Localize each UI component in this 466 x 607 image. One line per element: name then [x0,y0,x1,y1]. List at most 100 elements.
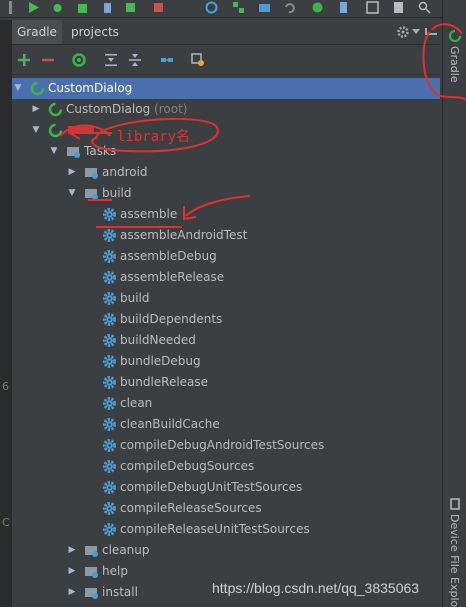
task-label: bundleDebug [120,354,201,368]
collapse-all-icon[interactable] [127,52,143,68]
side-tab-device-file-explorer[interactable]: Device File Explo [448,514,461,607]
gradle-icon [48,102,63,117]
task-row-assembleDebug[interactable]: assembleDebug [12,246,440,267]
folder-gear-icon [85,588,98,599]
watermark: https://blog.csdn.net/qq_3835063 [212,580,420,596]
chevron-right-icon[interactable]: ▶ [30,99,42,120]
gear-icon [103,229,116,242]
project-name: CustomDialog [66,102,151,116]
layout-icon[interactable] [366,1,379,14]
task-label: buildDependents [120,312,223,326]
task-row-compileDebugUnitTestSources[interactable]: compileDebugUnitTestSources [12,477,440,498]
gear-icon [103,397,116,410]
gutter-char: 6 [2,380,9,393]
profile-icon[interactable] [76,1,89,14]
task-row-compileDebugSources[interactable]: compileDebugSources [12,456,440,477]
chevron-down-icon[interactable] [412,29,420,35]
gradle-tool-window-tabs: Gradle projects [12,20,440,45]
inspect-icon[interactable] [392,1,405,14]
tree-row-tasks[interactable]: ▼ Tasks [12,141,440,162]
tree-row-android[interactable]: ▶ android [12,162,440,183]
gutter-char: C [2,516,10,529]
remove-icon[interactable] [40,52,56,68]
task-label: compileDebugUnitTestSources [120,480,303,494]
add-icon[interactable] [16,52,32,68]
avd-icon[interactable] [311,1,324,14]
chevron-down-icon[interactable]: ▼ [48,141,60,162]
task-label: bundleRelease [120,375,209,389]
structure-icon[interactable] [232,1,245,14]
tree-row-root-project[interactable]: ▶ CustomDialog (root) [12,99,440,120]
gear-icon [103,460,116,473]
coverage-icon[interactable] [124,1,137,14]
gear-icon [103,208,116,221]
task-row-compileReleaseUnitTestSources[interactable]: compileReleaseUnitTestSources [12,519,440,540]
root-suffix: (root) [154,102,188,116]
stop-icon[interactable] [152,1,165,14]
task-row-compileDebugAndroidTestSources[interactable]: compileDebugAndroidTestSources [12,435,440,456]
gear-icon [103,355,116,368]
tree-row-label: CustomDialog [48,81,133,95]
task-label: clean [120,396,153,410]
task-row-buildDependents[interactable]: buildDependents [12,309,440,330]
tree-row-library[interactable]: ▼ [12,120,440,141]
task-label: assembleAndroidTest [120,228,248,242]
task-row-assemble[interactable]: assemble [12,204,440,225]
device-file-explorer-icon [450,498,460,510]
sdk-icon[interactable] [258,1,271,14]
chevron-down-icon[interactable]: ▼ [66,183,78,204]
gear-icon [103,376,116,389]
task-label: buildNeeded [120,333,196,347]
hide-panel-icon[interactable] [425,27,437,37]
tree-row-help[interactable]: ▶ help [12,561,440,582]
settings-icon[interactable] [396,25,410,39]
task-row-bundleDebug[interactable]: bundleDebug [12,351,440,372]
folder-gear-icon [85,567,98,578]
gear-icon [103,334,116,347]
editor-gutter: 6 C [0,20,12,607]
gear-icon [103,292,116,305]
gear-icon [103,523,116,536]
task-row-cleanBuildCache[interactable]: cleanBuildCache [12,414,440,435]
task-label: compileReleaseSources [120,501,262,515]
task-row-buildNeeded[interactable]: buildNeeded [12,330,440,351]
folder-gear-icon [67,147,80,158]
tree-row-label: CustomDialog (root) [66,99,187,120]
link-icon[interactable] [159,52,175,68]
tree-row-root[interactable]: ▼ CustomDialog [12,78,440,99]
run-icon[interactable] [27,1,40,14]
tab-projects[interactable]: projects [66,20,124,44]
chevron-right-icon[interactable]: ▶ [66,162,78,183]
debug-icon[interactable] [51,1,64,14]
gear-icon [103,481,116,494]
tab-gradle[interactable]: Gradle [12,20,62,44]
chevron-down-icon[interactable]: ▼ [30,120,42,141]
expand-all-icon[interactable] [103,52,119,68]
refresh-gradle-icon[interactable] [71,52,87,68]
tree-row-label: install [102,585,138,599]
chevron-down-icon[interactable]: ▼ [12,78,24,99]
tree-row-build-group[interactable]: ▼ build [12,183,440,204]
device-icon[interactable] [337,1,350,14]
tree-row-cleanup[interactable]: ▶ cleanup [12,540,440,561]
attach-icon[interactable] [101,1,114,14]
side-tab-gradle[interactable]: Gradle [448,46,461,83]
task-row-build[interactable]: build [12,288,440,309]
task-row-assembleAndroidTest[interactable]: assembleAndroidTest [12,225,440,246]
toolbar-icon[interactable] [4,1,17,14]
tree-row-label: help [102,564,128,578]
sync-icon[interactable] [205,1,218,14]
gradle-settings-icon[interactable] [190,52,206,68]
task-row-compileReleaseSources[interactable]: compileReleaseSources [12,498,440,519]
task-row-bundleRelease[interactable]: bundleRelease [12,372,440,393]
chevron-right-icon[interactable]: ▶ [66,540,78,561]
task-row-clean[interactable]: clean [12,393,440,414]
tree-row-label: build [102,186,132,200]
search-icon[interactable] [418,1,431,14]
undo-icon[interactable] [283,1,296,14]
task-row-assembleRelease[interactable]: assembleRelease [12,267,440,288]
chevron-right-icon[interactable]: ▶ [66,561,78,582]
tree-row-label: Tasks [84,144,117,158]
chevron-right-icon[interactable]: ▶ [66,582,78,603]
tree-row-label: cleanup [102,543,150,557]
